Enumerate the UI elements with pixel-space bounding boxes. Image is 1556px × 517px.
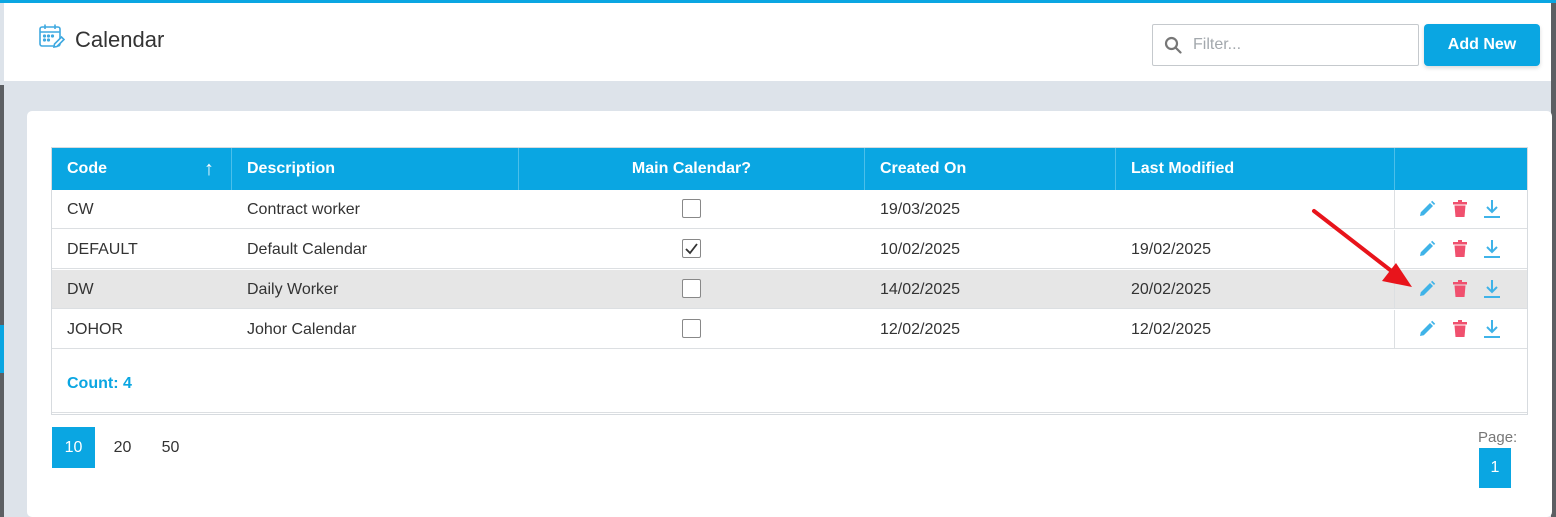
column-header-label: Created On [880,160,967,177]
download-icon[interactable] [1482,199,1502,219]
cell-description: Johor Calendar [247,321,357,338]
sort-ascending-icon: ↑ [204,158,214,180]
trash-icon[interactable] [1450,239,1470,259]
cell-description: Contract worker [247,201,360,218]
trash-icon[interactable] [1450,279,1470,299]
column-header-label: Code [67,160,107,177]
row-count: Count: 4 [67,375,132,392]
left-sidebar-active-marker [0,325,4,373]
table-row[interactable]: JOHOR Johor Calendar 12/02/2025 12/02/20… [52,310,1527,349]
table-header: Code ↑ Description Main Calendar? Create… [52,148,1527,190]
pencil-icon[interactable] [1417,319,1437,339]
page-size-50[interactable]: 50 [149,427,192,468]
main-calendar-checkbox-checked[interactable] [682,239,701,258]
cell-description: Default Calendar [247,241,368,258]
page-title: Calendar [75,27,165,52]
cell-created-on: 14/02/2025 [880,281,961,298]
cell-code: DEFAULT [67,241,138,258]
page-label: Page: [1478,429,1518,446]
calendar-table: Code ↑ Description Main Calendar? Create… [51,147,1528,415]
table-footer-divider [52,412,1527,413]
column-header-created-on[interactable]: Created On [865,148,1116,190]
page-button-1[interactable]: 1 [1479,448,1511,488]
table-row[interactable]: CW Contract worker 19/03/2025 [52,190,1527,229]
filter-input[interactable] [1193,33,1413,57]
cell-last-modified: 20/02/2025 [1131,281,1212,298]
filter-box[interactable] [1152,24,1419,66]
cell-created-on: 19/03/2025 [880,201,961,218]
main-calendar-checkbox[interactable] [682,279,701,298]
cell-created-on: 12/02/2025 [880,321,961,338]
annotation-arrow-icon [1312,209,1412,287]
page-size-10[interactable]: 10 [52,427,95,468]
column-header-main-calendar[interactable]: Main Calendar? [519,148,865,190]
download-icon[interactable] [1482,239,1502,259]
column-header-label: Main Calendar? [631,160,752,177]
pencil-icon[interactable] [1417,239,1437,259]
cell-code: DW [67,281,94,298]
pencil-icon[interactable] [1417,199,1437,219]
checkmark-icon [685,243,698,255]
action-separator [1394,310,1395,349]
download-icon[interactable] [1482,279,1502,299]
cell-code: CW [67,201,94,218]
add-new-button[interactable]: Add New [1424,24,1540,66]
cell-last-modified [1116,190,1131,229]
table-row[interactable]: DEFAULT Default Calendar 10/02/2025 19/0… [52,230,1527,269]
content-card: Code ↑ Description Main Calendar? Create… [27,111,1552,517]
page-size-20[interactable]: 20 [101,427,144,468]
column-header-label: Last Modified [1131,160,1235,177]
left-sidebar-edge [0,85,4,517]
main-calendar-checkbox[interactable] [682,199,701,218]
cell-last-modified: 12/02/2025 [1131,321,1212,338]
column-header-code[interactable]: Code ↑ [52,148,232,190]
column-header-label: Description [247,160,336,177]
cell-last-modified: 19/02/2025 [1131,241,1212,258]
column-header-description[interactable]: Description [232,148,519,190]
calendar-edit-icon [38,23,66,51]
trash-icon[interactable] [1450,199,1470,219]
column-header-actions [1395,148,1527,190]
main-calendar-checkbox[interactable] [682,319,701,338]
page-header: Calendar Add New [4,3,1551,81]
pencil-icon[interactable] [1417,279,1437,299]
cell-code: JOHOR [67,321,123,338]
column-header-last-modified[interactable]: Last Modified [1116,148,1395,190]
cell-created-on: 10/02/2025 [880,241,961,258]
trash-icon[interactable] [1450,319,1470,339]
table-row-selected[interactable]: DW Daily Worker 14/02/2025 20/02/2025 [52,270,1527,309]
cell-description: Daily Worker [247,281,339,298]
search-icon [1164,36,1182,54]
download-icon[interactable] [1482,319,1502,339]
